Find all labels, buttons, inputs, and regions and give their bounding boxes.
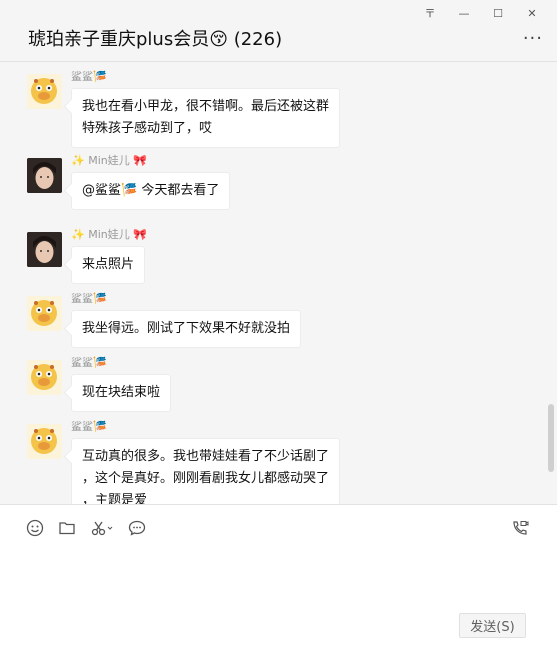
scissors-icon[interactable] (90, 519, 114, 537)
avatar[interactable] (27, 232, 62, 267)
message-line: 来点照片 (82, 257, 135, 272)
maximize-icon[interactable]: ☐ (481, 4, 515, 22)
message-bubble[interactable]: 互动真的很多。我也带娃娃看了不少话剧了 ，这个是真好。刚刚看剧我女儿都感动哭了 … (71, 438, 341, 504)
sender-name: 鲨鲨🎏 (71, 356, 107, 369)
more-options-icon[interactable]: ··· (523, 28, 543, 49)
send-button[interactable]: 发送(S) (459, 613, 526, 638)
message-input[interactable] (20, 549, 537, 609)
sender-name: ✨ Min娃儿 🎀 (71, 154, 147, 167)
emoji-icon[interactable] (26, 519, 44, 537)
sender-name: 鲨鲨🎏 (71, 420, 107, 433)
message-line: 特殊孩子感动到了，哎 (82, 121, 213, 136)
message-bubble[interactable]: 来点照片 (71, 246, 146, 284)
message-line: @鲨鲨🎏 今天都去看了 (82, 183, 220, 198)
video-call-icon[interactable] (511, 519, 529, 537)
message-bubble[interactable]: 我坐得远。刚试了下效果不好就没拍 (71, 310, 302, 348)
sender-name: ✨ Min娃儿 🎀 (71, 228, 147, 241)
avatar[interactable] (27, 360, 62, 395)
message-line: ，主题是爱 (82, 493, 148, 504)
pin-icon[interactable]: 〒 (413, 4, 447, 22)
avatar[interactable] (27, 296, 62, 331)
message-line: 我也在看小甲龙，很不错啊。最后还被这群 (82, 99, 330, 114)
message-composer: 发送(S) (0, 504, 557, 647)
sender-name: 鲨鲨🎏 (71, 70, 107, 83)
avatar[interactable] (27, 74, 62, 109)
chat-title: 琥珀亲子重庆plus会员😚 (226) (28, 29, 283, 50)
folder-icon[interactable] (58, 519, 76, 537)
sender-name: 鲨鲨🎏 (71, 292, 107, 305)
avatar[interactable] (27, 158, 62, 193)
message-bubble[interactable]: @鲨鲨🎏 今天都去看了 (71, 172, 231, 210)
window-controls: 〒 — ☐ ✕ (413, 4, 549, 22)
minimize-icon[interactable]: — (447, 4, 481, 22)
message-bubble[interactable]: 现在块结束啦 (71, 374, 172, 412)
message-line: 互动真的很多。我也带娃娃看了不少话剧了 (82, 449, 330, 464)
avatar[interactable] (27, 424, 62, 459)
message-line: 我坐得远。刚试了下效果不好就没拍 (82, 321, 291, 336)
close-icon[interactable]: ✕ (515, 4, 549, 22)
message-bubble[interactable]: 我也在看小甲龙，很不错啊。最后还被这群 特殊孩子感动到了，哎 (71, 88, 341, 148)
message-line: 现在块结束啦 (82, 385, 161, 400)
message-list[interactable]: 鲨鲨🎏 我也在看小甲龙，很不错啊。最后还被这群 特殊孩子感动到了，哎 ✨ Min… (0, 62, 557, 504)
composer-toolbar (26, 519, 146, 537)
message-line: ，这个是真好。刚刚看剧我女儿都感动哭了 (82, 471, 330, 486)
chat-bubble-icon[interactable] (128, 519, 146, 537)
scrollbar-thumb[interactable] (548, 404, 554, 472)
